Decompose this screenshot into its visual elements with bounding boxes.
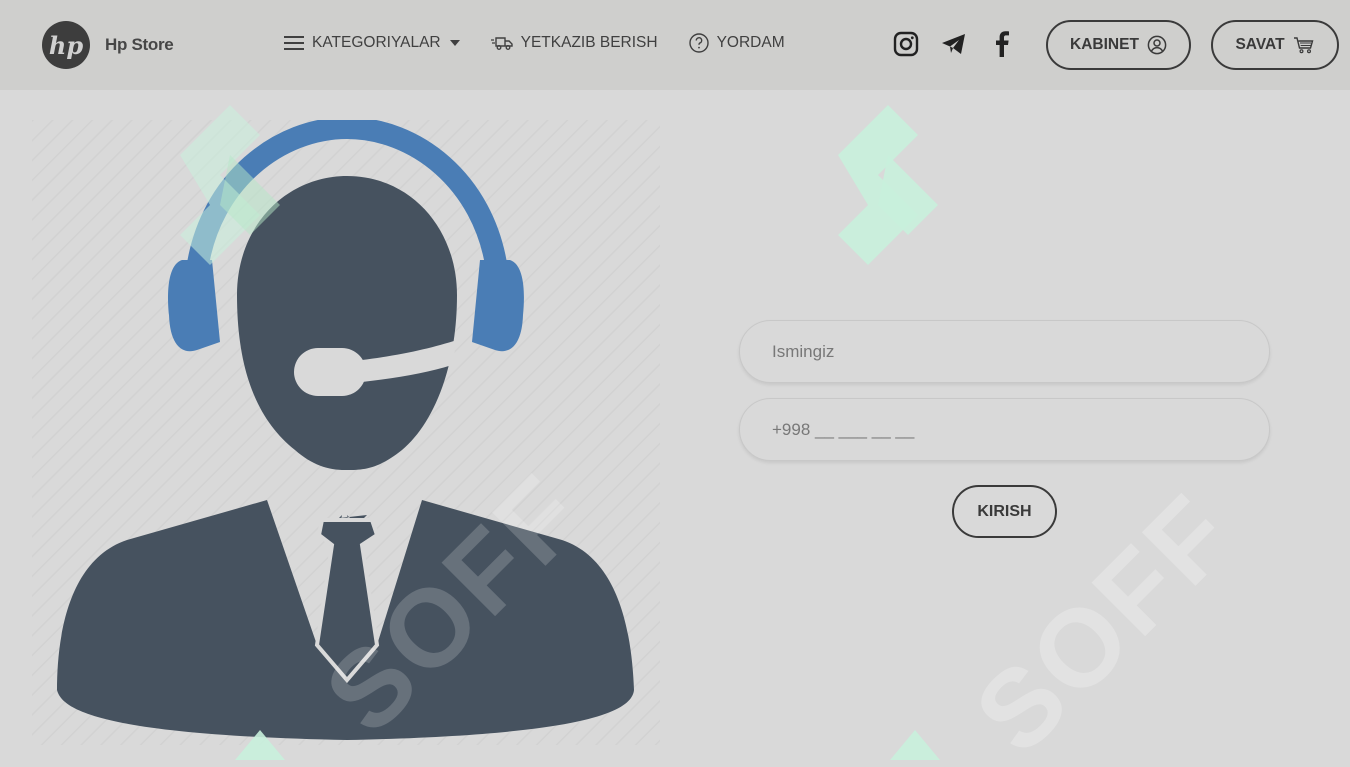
nav-help-label: YORDAM [716, 34, 785, 51]
cabinet-button-label: KABINET [1070, 36, 1139, 53]
nav-delivery-label: YETKAZIB BERISH [520, 34, 658, 51]
nav-delivery[interactable]: YETKAZIB BERISH [490, 34, 658, 52]
instagram-link[interactable] [893, 31, 919, 57]
menu-icon [284, 36, 304, 50]
name-input[interactable] [739, 320, 1270, 383]
store-name: Hp Store [105, 35, 174, 54]
social-links [893, 31, 1037, 57]
watermark-logo-icon [838, 105, 938, 265]
hp-logo-icon: hp [42, 21, 90, 69]
nav-help[interactable]: YORDAM [688, 33, 785, 53]
chevron-down-icon [449, 40, 460, 46]
user-circle-icon [1147, 35, 1167, 55]
facebook-link[interactable] [989, 31, 1015, 57]
support-agent-illustration [32, 120, 660, 745]
headset-left-ear [168, 260, 220, 352]
help-circle-icon [688, 33, 709, 53]
delivery-truck-icon [490, 37, 513, 50]
cart-button-label: SAVAT [1235, 36, 1285, 53]
nav-categories-label: KATEGORIYALAR [312, 34, 441, 51]
brand-logo[interactable]: hp Hp Store [42, 21, 174, 69]
phone-input[interactable] [739, 398, 1270, 461]
cart-button[interactable]: SAVAT [1211, 20, 1339, 70]
watermark-logo-icon [890, 730, 940, 760]
cart-icon [1293, 37, 1313, 54]
telegram-icon [942, 34, 965, 54]
cabinet-button[interactable]: KABINET [1046, 20, 1191, 70]
headset-right-ear [472, 260, 524, 352]
nav-categories[interactable]: KATEGORIYALAR [284, 34, 460, 52]
headset-mic [294, 348, 366, 396]
login-form: KIRISH [739, 320, 1270, 538]
instagram-icon [893, 31, 919, 57]
telegram-link[interactable] [941, 31, 967, 57]
main-nav: KATEGORIYALAR YETKAZIB BERISH YORDAM [284, 33, 816, 53]
site-header: hp Hp Store KATEGORIYALAR YETKAZIB BERIS… [0, 0, 1350, 90]
login-button[interactable]: KIRISH [952, 485, 1057, 538]
facebook-icon [996, 31, 1009, 57]
